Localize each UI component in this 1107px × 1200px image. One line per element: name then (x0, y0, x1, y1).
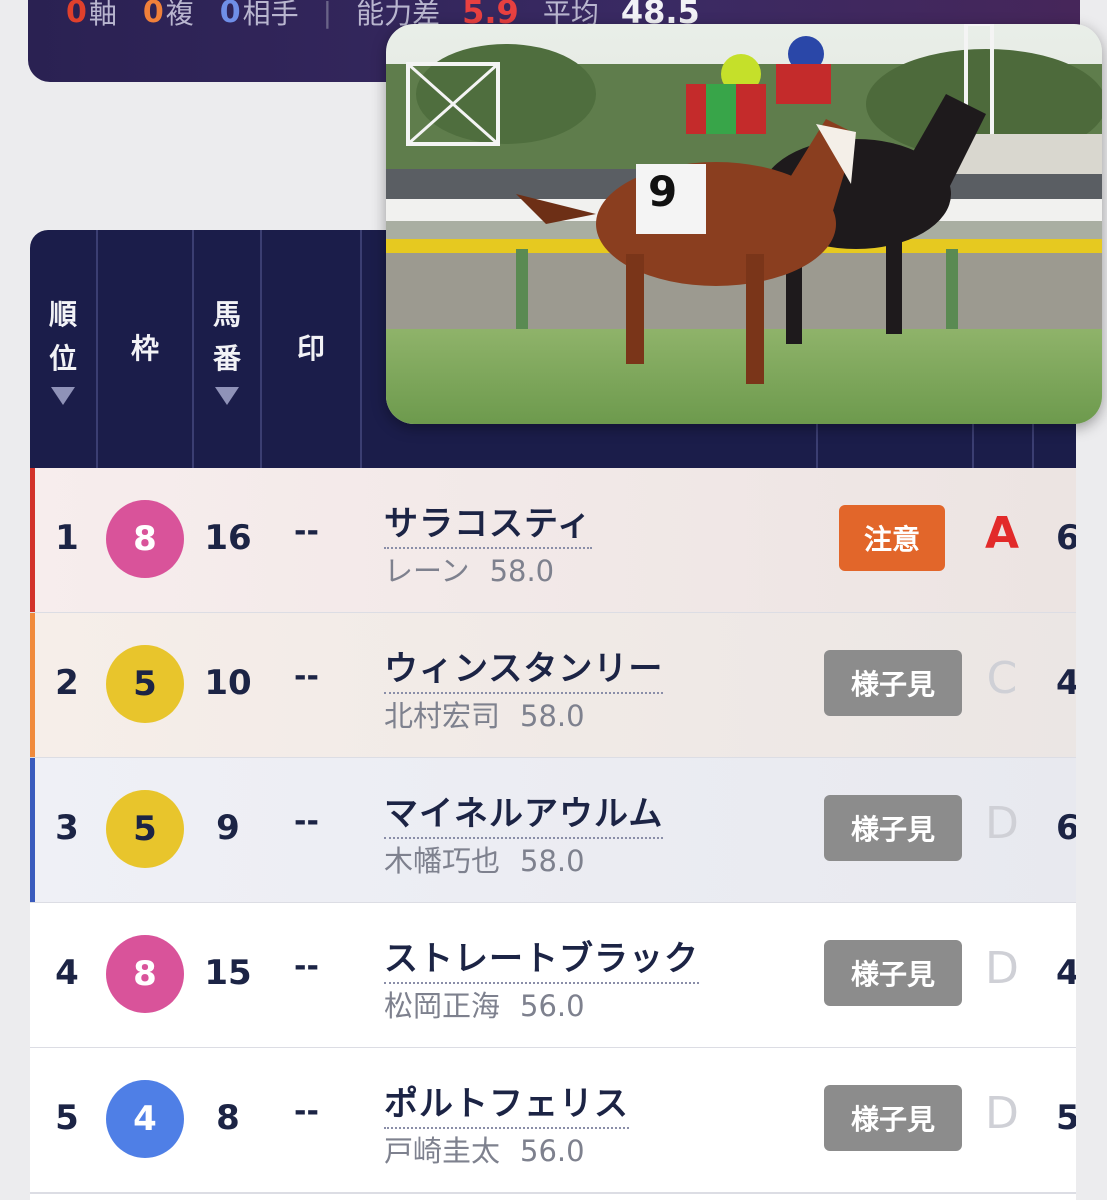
grade-rating: D (985, 1088, 1019, 1139)
jockey-name: 戸崎圭太 (384, 1134, 501, 1168)
fuku-label: 複 (165, 0, 194, 30)
truncated-value: 6 (1056, 808, 1076, 848)
row-accent (30, 758, 35, 902)
mark-value[interactable]: -- (294, 659, 319, 694)
horse-number: 16 (204, 518, 252, 558)
status-badge: 様子見 (824, 940, 962, 1006)
row-accent (30, 613, 35, 757)
horse-name-link[interactable]: マイネルアウルム (384, 786, 664, 839)
aite-count: 0 (219, 0, 241, 30)
jockey-info: 木幡巧也 58.0 (384, 838, 585, 880)
rank: 4 (55, 953, 79, 993)
header-waku-label: 枠 (130, 332, 159, 365)
horse-name-link[interactable]: ポルトフェリス (384, 1076, 629, 1129)
jockey-name: 木幡巧也 (384, 844, 501, 878)
truncated-value: 6 (1056, 518, 1076, 558)
horse-number: 15 (204, 953, 252, 993)
jockey-name: 北村宏司 (384, 699, 501, 733)
table-row[interactable]: 5 4 8 -- ポルトフェリス 戸崎圭太 56.0 様子見 D 5 (30, 1048, 1076, 1194)
header-rank-char-1: 順 (48, 298, 77, 331)
grade-rating: D (985, 798, 1019, 849)
horse-number: 8 (216, 1098, 240, 1138)
header-umaban[interactable]: 馬 番 (194, 230, 262, 468)
horse-number: 10 (204, 663, 252, 703)
waku-badge: 8 (106, 935, 184, 1013)
row-accent (30, 468, 35, 612)
waku-badge: 5 (106, 645, 184, 723)
status-badge: 様子見 (824, 795, 962, 861)
carried-weight: 58.0 (520, 699, 585, 733)
header-waku: 枠 (98, 230, 194, 468)
horse-name-link[interactable]: ストレートブラック (384, 931, 699, 984)
sort-down-icon (51, 387, 75, 405)
mark-value[interactable]: -- (294, 514, 319, 549)
status-badge: 様子見 (824, 1085, 962, 1151)
table-row[interactable]: 3 5 9 -- マイネルアウルム木幡巧也 58.0 様子見 D 6 (30, 758, 1076, 904)
jockey-info: 戸崎圭太 56.0 (384, 1128, 585, 1170)
header-umaban-char-1: 馬 (212, 298, 241, 331)
carried-weight: 56.0 (520, 1134, 585, 1168)
truncated-value: 4 (1056, 663, 1076, 703)
header-rank-char-2: 位 (48, 342, 77, 375)
table-row[interactable]: 4 8 15 -- ストレートブラック 松岡正海 56.0 様子見 D 4 (30, 903, 1076, 1049)
carried-weight: 56.0 (520, 989, 585, 1023)
jiku-count: 0 (66, 0, 87, 30)
jiku-label: 軸 (88, 0, 117, 30)
table-row[interactable]: 2 5 10 -- ウィンスタンリー北村宏司 58.0 様子見 C 4 (30, 613, 1076, 759)
horse-number: 9 (216, 808, 240, 848)
horse-name-link[interactable]: ウィンスタンリー (384, 641, 664, 694)
jockey-name: レーン (384, 554, 470, 588)
mark-value[interactable]: -- (294, 949, 319, 984)
header-rank[interactable]: 順 位 (30, 230, 98, 468)
fuku-count: 0 (142, 0, 164, 30)
header-umaban-char-2: 番 (212, 342, 241, 375)
race-video-frame: 9 (386, 24, 1102, 424)
saddle-number: 9 (648, 167, 677, 216)
summary-divider: | (322, 0, 333, 29)
carried-weight: 58.0 (520, 844, 585, 878)
grade-rating: C (986, 653, 1018, 704)
mark-value[interactable]: -- (294, 1094, 319, 1129)
grade-rating: A (984, 508, 1020, 559)
sort-down-icon (215, 387, 239, 405)
waku-badge: 5 (106, 790, 184, 868)
waku-badge: 8 (106, 500, 184, 578)
rank: 3 (55, 808, 79, 848)
horse-name-link[interactable]: サラコスティ (384, 496, 592, 549)
status-badge: 様子見 (824, 650, 962, 716)
waku-badge: 4 (106, 1080, 184, 1158)
rank: 2 (55, 663, 79, 703)
header-mark-label: 印 (296, 332, 325, 365)
table-row[interactable]: 1 8 16 -- サラコスティレーン 58.0 注意 A 6 (30, 468, 1076, 614)
status-badge: 注意 (839, 505, 945, 571)
jockey-name: 松岡正海 (384, 989, 501, 1023)
race-video-player[interactable]: 9 (386, 24, 1102, 424)
truncated-value: 5 (1056, 1098, 1076, 1138)
jockey-info: 北村宏司 58.0 (384, 693, 585, 735)
mark-value[interactable]: -- (294, 804, 319, 839)
header-mark: 印 (262, 230, 362, 468)
rank: 5 (55, 1098, 79, 1138)
jockey-info: 松岡正海 56.0 (384, 983, 585, 1025)
grade-rating: D (985, 943, 1019, 994)
rank: 1 (55, 518, 79, 558)
carried-weight: 58.0 (489, 554, 555, 588)
jockey-info: レーン 58.0 (384, 548, 554, 590)
aite-label: 相手 (242, 0, 299, 30)
truncated-value: 4 (1056, 953, 1076, 993)
